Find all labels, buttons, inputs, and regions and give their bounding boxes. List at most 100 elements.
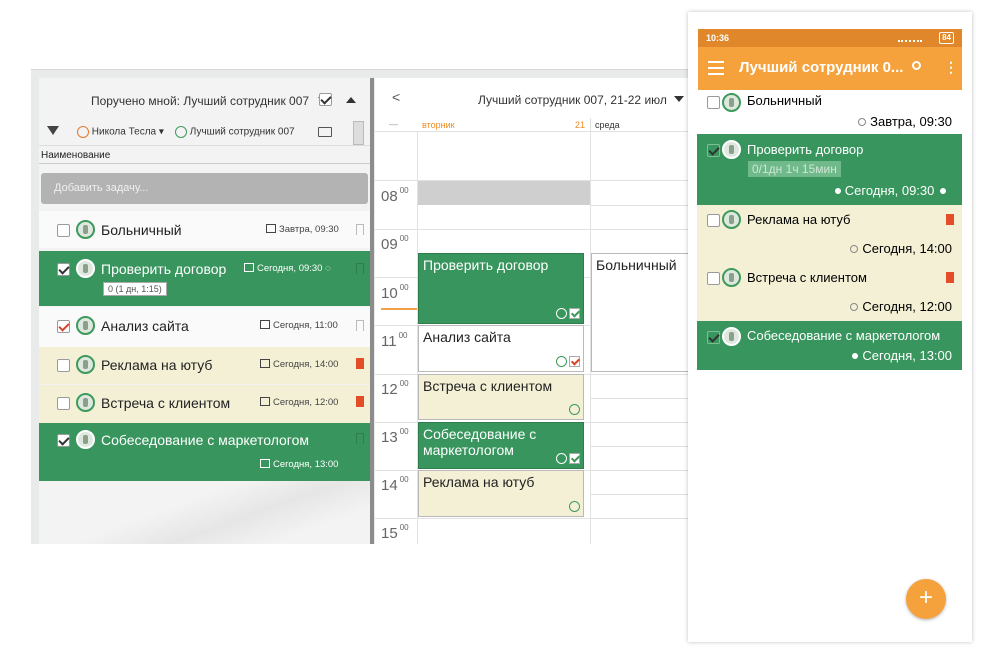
bookmark-icon[interactable] bbox=[356, 396, 364, 407]
check-icon[interactable] bbox=[569, 355, 580, 367]
panel-header[interactable]: Поручено мной: Лучший сотрудник 007 bbox=[91, 94, 329, 108]
mobile-task-row[interactable]: Встреча с клиентом Сегодня, 12:00 bbox=[697, 263, 962, 321]
task-row[interactable]: Встреча с клиентом Сегодня, 12:00 bbox=[39, 385, 370, 423]
task-due: Сегодня, 12:00 bbox=[850, 299, 952, 314]
filter-icon[interactable] bbox=[47, 126, 59, 135]
task-title: Встреча с клиентом bbox=[747, 270, 867, 285]
mobile-task-row[interactable]: Реклама на ютуб Сегодня, 14:00 bbox=[697, 205, 962, 263]
task-due: Завтра, 09:30 bbox=[266, 224, 339, 235]
task-due-label: Сегодня, 09:30 bbox=[257, 263, 323, 274]
day-label-wednesday[interactable]: среда bbox=[595, 120, 620, 130]
task-row[interactable]: Проверить договор Сегодня, 09:30 ◌ 0 (1 … bbox=[39, 251, 370, 306]
hour-label: 13 00 bbox=[381, 427, 409, 446]
scroll-handle[interactable] bbox=[353, 121, 364, 145]
calendar-icon bbox=[260, 459, 270, 468]
task-row[interactable]: Больничный Завтра, 09:30 bbox=[39, 211, 370, 248]
task-due-label: Сегодня, 14:00 bbox=[862, 241, 952, 256]
calendar-event[interactable]: Собеседование с маркетологом bbox=[418, 422, 584, 469]
back-chevron-icon[interactable]: < bbox=[392, 89, 400, 105]
avatar bbox=[76, 393, 95, 412]
calendar-event[interactable]: Встреча с клиентом bbox=[418, 374, 584, 420]
clock-icon bbox=[858, 118, 867, 126]
folder-icon[interactable] bbox=[318, 127, 332, 137]
time-badge: 0 (1 дн, 1:15) bbox=[103, 282, 167, 296]
bookmark-icon[interactable] bbox=[946, 272, 954, 283]
bookmark-icon[interactable] bbox=[356, 433, 364, 444]
dot-icon bbox=[834, 188, 841, 194]
task-checkbox[interactable] bbox=[707, 214, 720, 227]
bookmark-icon[interactable] bbox=[356, 263, 364, 274]
task-checkbox[interactable] bbox=[57, 359, 70, 372]
task-row[interactable]: Анализ сайта Сегодня, 11:00 bbox=[39, 307, 370, 347]
collapse-icon[interactable] bbox=[346, 97, 356, 103]
user-filter-2[interactable]: Лучший сотрудник 007 bbox=[175, 126, 295, 138]
check-icon[interactable] bbox=[569, 452, 580, 464]
phone-frame: 10:36 84 Лучший сотрудник 0... ⋮ Больнич… bbox=[688, 12, 972, 642]
check-icon[interactable] bbox=[569, 307, 580, 319]
hour-label: 14 00 bbox=[381, 475, 409, 494]
task-checkbox[interactable] bbox=[707, 144, 720, 157]
hour-gridline bbox=[590, 205, 690, 206]
task-title: Проверить договор bbox=[747, 142, 864, 157]
mobile-task-row[interactable]: Собеседование с маркетологом Сегодня, 13… bbox=[697, 321, 962, 370]
chevron-down-icon[interactable] bbox=[674, 96, 685, 102]
menu-icon[interactable] bbox=[708, 61, 724, 75]
calendar-title[interactable]: Лучший сотрудник 007, 21-22 июл bbox=[478, 93, 685, 107]
task-due: Сегодня, 11:00 bbox=[260, 320, 338, 331]
hour-label: 08 00 bbox=[381, 186, 409, 205]
current-time-line bbox=[381, 308, 417, 310]
avatar bbox=[76, 355, 95, 374]
add-task-fab[interactable]: + bbox=[906, 579, 946, 619]
search-icon[interactable] bbox=[912, 61, 921, 70]
task-row[interactable]: Собеседование с маркетологом Сегодня, 13… bbox=[39, 423, 370, 481]
busy-block bbox=[418, 181, 590, 205]
add-task-input[interactable]: Добавить задачу... bbox=[41, 173, 368, 204]
task-checkbox[interactable] bbox=[707, 96, 720, 109]
calendar-event[interactable]: Реклама на ютуб bbox=[418, 470, 584, 517]
task-due-label: Сегодня, 14:00 bbox=[273, 359, 339, 370]
hour-gridline bbox=[590, 494, 690, 495]
person-icon bbox=[175, 126, 187, 138]
hour-label: 11 00 bbox=[381, 331, 408, 350]
task-checkbox[interactable] bbox=[707, 272, 720, 285]
desktop-window: Поручено мной: Лучший сотрудник 007 Нико… bbox=[31, 69, 690, 544]
bookmark-icon[interactable] bbox=[946, 214, 954, 225]
more-icon[interactable]: ⋮ bbox=[944, 59, 958, 76]
task-title: Проверить договор bbox=[101, 261, 227, 277]
hour-label: 12 00 bbox=[381, 379, 409, 398]
battery-indicator: 84 bbox=[939, 32, 954, 44]
event-title: Встреча с клиентом bbox=[423, 378, 553, 394]
event-icons bbox=[569, 400, 580, 416]
event-icons bbox=[569, 497, 580, 513]
task-checkbox[interactable] bbox=[57, 397, 70, 410]
calendar-event[interactable]: Анализ сайта bbox=[418, 325, 584, 372]
task-checkbox[interactable] bbox=[57, 224, 70, 237]
user-filter-1[interactable]: Никола Тесла ▾ bbox=[77, 126, 164, 138]
task-checkbox[interactable] bbox=[57, 434, 70, 447]
clock-icon bbox=[850, 245, 859, 253]
person-icon bbox=[569, 403, 580, 415]
status-time: 10:36 bbox=[706, 33, 730, 43]
hour-label: 10 00 bbox=[381, 283, 409, 302]
calendar-event[interactable]: Больничный bbox=[591, 253, 690, 372]
task-checkbox[interactable] bbox=[57, 320, 70, 333]
task-checkbox[interactable] bbox=[707, 331, 720, 344]
calendar-event[interactable]: Проверить договор bbox=[418, 253, 584, 324]
event-icons bbox=[556, 304, 580, 320]
task-checkbox[interactable] bbox=[57, 263, 70, 276]
event-title: Проверить договор bbox=[423, 257, 549, 273]
hour-label: 15 00 bbox=[381, 523, 409, 542]
panel-splitter[interactable] bbox=[370, 78, 374, 544]
avatar bbox=[76, 220, 95, 239]
task-row[interactable]: Реклама на ютуб Сегодня, 14:00 bbox=[39, 347, 370, 384]
bookmark-icon[interactable] bbox=[356, 320, 364, 331]
day-label-tuesday[interactable]: вторник bbox=[422, 120, 455, 130]
mobile-task-row[interactable]: Проверить договор 0/1дн 1ч 15мин Сегодня… bbox=[697, 134, 962, 205]
app-title[interactable]: Лучший сотрудник 0... bbox=[739, 59, 903, 76]
mobile-task-row[interactable]: Больничный Завтра, 09:30 bbox=[697, 90, 962, 134]
select-all-checkbox[interactable] bbox=[319, 93, 332, 106]
task-due: Сегодня, 13:00 bbox=[260, 459, 338, 470]
column-header-name[interactable]: Наименование bbox=[39, 148, 372, 164]
bookmark-icon[interactable] bbox=[356, 224, 364, 235]
bookmark-icon[interactable] bbox=[356, 358, 364, 369]
